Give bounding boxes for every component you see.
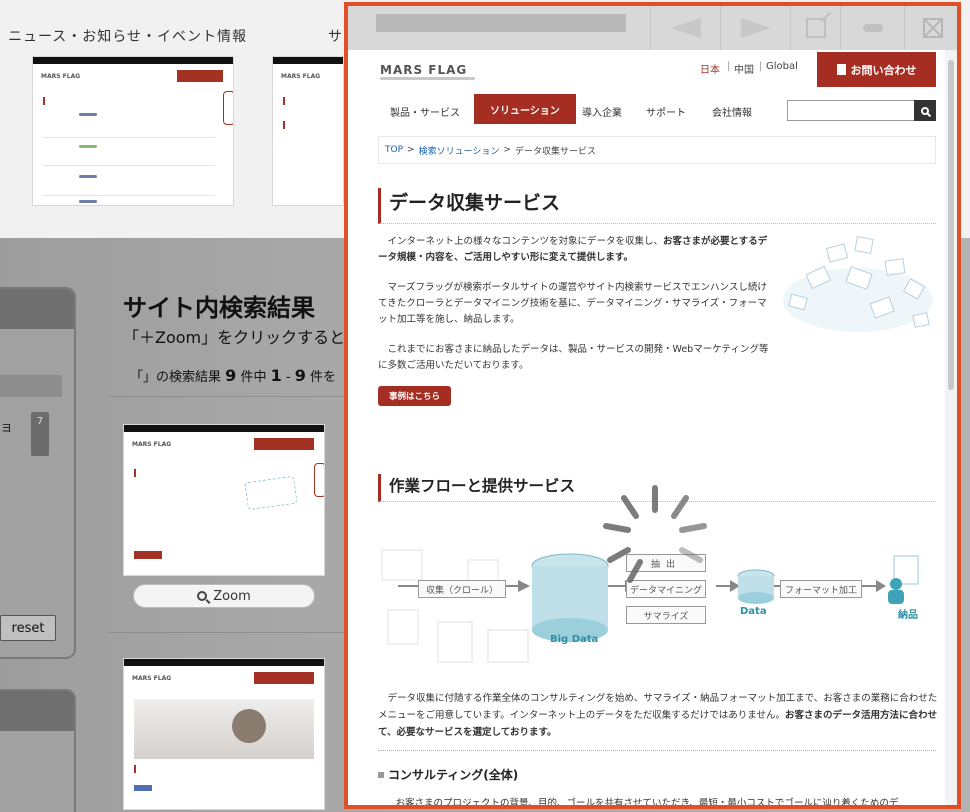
minimize-button[interactable]	[840, 6, 904, 50]
flow-data-label: Data	[740, 606, 767, 617]
thumb-logo: MARS FLAG	[41, 73, 81, 80]
consulting-heading: コンサルティング(全体)	[378, 766, 518, 783]
close-icon	[923, 18, 943, 38]
arrow-left-icon	[670, 18, 701, 38]
external-link-icon	[805, 18, 826, 38]
close-button[interactable]	[904, 6, 957, 50]
flow-summarize: サマライズ	[626, 606, 706, 624]
flow-collect: 収集（クロール）	[418, 580, 506, 598]
breadcrumb-current: データ収集サービス	[514, 146, 596, 157]
filter-panel-2	[0, 689, 76, 812]
data-cards-illustration	[783, 236, 933, 332]
flow-format: フォーマット加工	[780, 580, 862, 598]
breadcrumb: TOP > 検索ソリューション > データ収集サービス	[378, 136, 936, 164]
search-results-title: サイト内検索結果	[123, 294, 315, 322]
lang-china[interactable]: 中国	[734, 61, 754, 76]
scrollbar-thumb[interactable]	[948, 60, 954, 390]
filter-panel	[0, 287, 76, 659]
contact-button[interactable]: お問い合わせ	[817, 52, 936, 87]
zoom-button[interactable]: Zoom	[133, 584, 315, 608]
minimize-icon	[862, 24, 883, 32]
preview-toolbar	[348, 6, 957, 50]
zoom-icon	[197, 591, 208, 601]
news-thumbnail-2[interactable]: MARS FLAG	[272, 56, 344, 206]
filter-field[interactable]	[0, 375, 62, 397]
nav-products[interactable]: 製品・サービス	[390, 104, 460, 119]
arrow-right-icon	[740, 18, 771, 38]
search-icon	[921, 106, 929, 115]
thumb-logo: MARS FLAG	[281, 73, 321, 80]
technology-paragraph: マーズフラッグが検索ポータルサイトの運営やサイト内検索サービスでエンハンスし続け…	[378, 282, 767, 325]
nav-support[interactable]: サポート	[646, 104, 686, 119]
open-external-button[interactable]	[790, 6, 840, 50]
nav-solutions[interactable]: ソリューション	[474, 94, 576, 124]
site-logo[interactable]: MARS FLAG	[380, 63, 476, 80]
preview-scrollbar[interactable]	[945, 50, 957, 805]
intro-paragraph: インターネット上の様々なコンテンツを対象にデータを収集し、お客さまが必要とするデ…	[378, 236, 768, 263]
news-thumbnail-1[interactable]: MARS FLAG	[32, 56, 234, 206]
thumb-logo: MARS FLAG	[132, 675, 172, 682]
usage-paragraph: これまでにお客さまに納品したデータは、製品・サービスの開発・Webマーケティング…	[378, 344, 769, 371]
preview-title-bar	[376, 14, 626, 32]
site-search-input[interactable]	[787, 100, 915, 121]
forward-button[interactable]	[720, 6, 790, 50]
filter-count-chip[interactable]: 7	[31, 412, 49, 456]
case-studies-button[interactable]: 事例はこちら	[378, 386, 451, 406]
zoom-hint: 「＋Zoom」をクリックすると	[123, 328, 346, 347]
consulting-paragraph: お客さまのプロジェクトの背景、目的、ゴールを共有させていただき、最短・最小コスト…	[386, 798, 899, 809]
breadcrumb-search-solution[interactable]: 検索ソリューション	[419, 144, 500, 157]
section-divider	[378, 750, 936, 751]
lang-separator: |	[727, 61, 731, 72]
lang-japan[interactable]: 日本	[700, 61, 720, 76]
bullet-square-icon	[378, 771, 384, 778]
breadcrumb-top[interactable]: TOP	[385, 145, 403, 155]
book-icon	[836, 64, 846, 75]
result-thumbnail-2[interactable]: MARS FLAG	[123, 658, 325, 810]
workflow-paragraph: データ収集に付随する作業全体のコンサルティングを始め、サマライズ・納品フォーマッ…	[378, 693, 938, 738]
reset-button[interactable]: reset	[0, 615, 56, 641]
result-count: 「」の検索結果 9 件中 1 - 9 件を	[130, 366, 337, 385]
divider	[108, 396, 348, 397]
lang-separator: |	[759, 61, 763, 72]
back-button[interactable]	[650, 6, 720, 50]
lang-global[interactable]: Global	[766, 61, 798, 72]
filter-label: ョ	[0, 420, 14, 435]
site-search-button[interactable]	[914, 100, 936, 121]
result-thumbnail-1[interactable]: MARS FLAG	[123, 424, 325, 576]
site-heading-partial: サ	[328, 29, 343, 45]
news-heading: ニュース・お知らせ・イベント情報	[8, 29, 248, 45]
divider	[108, 632, 348, 633]
preview-page-content: MARS FLAG 日本 | 中国 | Global お問い合わせ 製品・サービ…	[348, 50, 953, 809]
nav-customers[interactable]: 導入企業	[582, 104, 622, 119]
thumb-logo: MARS FLAG	[132, 441, 172, 448]
page-title: データ収集サービス	[378, 188, 936, 224]
flow-deliver-label: 納品	[898, 610, 918, 621]
nav-company[interactable]: 会社情報	[712, 104, 752, 119]
loading-spinner-icon	[603, 485, 707, 583]
flow-bigdata-label: Big Data	[550, 634, 599, 645]
page-preview-overlay: MARS FLAG 日本 | 中国 | Global お問い合わせ 製品・サービ…	[344, 2, 961, 809]
